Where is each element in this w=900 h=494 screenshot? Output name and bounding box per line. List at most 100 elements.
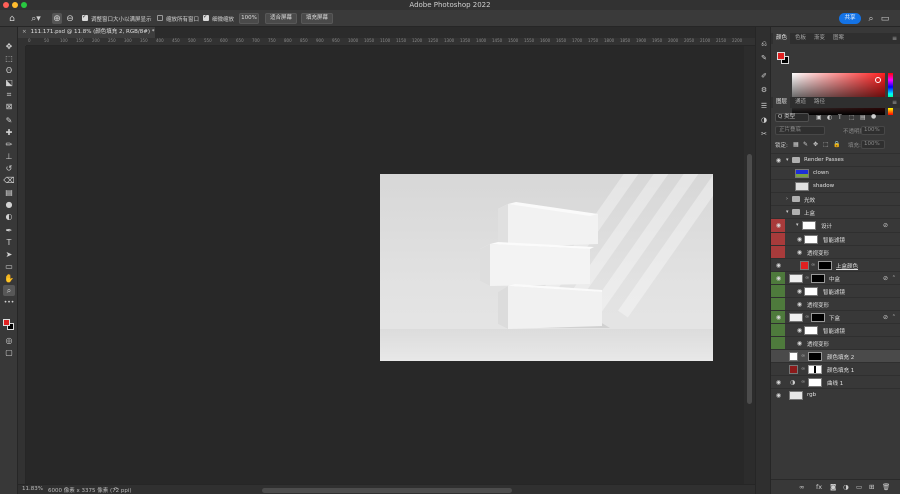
visibility-eye-icon[interactable]: ◉ (795, 287, 804, 296)
visibility-eye-icon[interactable]: ◉ (774, 313, 783, 322)
horizontal-scroll-thumb[interactable] (262, 488, 512, 493)
visibility-eye-icon[interactable] (774, 195, 783, 204)
eyedropper-tool-icon[interactable]: ✎ (3, 115, 15, 126)
visibility-eye-icon[interactable]: ◉ (795, 248, 804, 257)
expand-arrow-icon[interactable]: ▾ (786, 157, 789, 163)
document-tab[interactable]: × 111.171.psd @ 11.8% (颜色填充 2, RGB/8#) * (18, 27, 155, 38)
opacity-field[interactable]: 100% (861, 126, 885, 135)
visibility-eye-icon[interactable]: ◉ (774, 391, 783, 400)
scrubby-zoom-checkbox[interactable] (203, 13, 209, 21)
gradient-tool-icon[interactable]: ▤ (3, 187, 15, 198)
layer-row[interactable]: ◉ 智能滤镜 (771, 323, 900, 336)
history-brush-tool-icon[interactable]: ↺ (3, 163, 15, 174)
libraries-panel-icon[interactable]: ◑ (759, 115, 769, 125)
visibility-eye-icon[interactable]: ◉ (774, 221, 783, 230)
layer-row[interactable]: ◉ 透视变形 (771, 245, 900, 258)
link-icon[interactable]: ∞ (801, 379, 805, 385)
visibility-eye-icon[interactable]: ◉ (795, 300, 804, 309)
visibility-eye-icon[interactable] (774, 365, 783, 374)
tab-channels[interactable]: 通道 (792, 97, 809, 108)
layer-row[interactable]: ◉ 智能滤镜 (771, 284, 900, 297)
properties-panel-icon[interactable]: ☰ (759, 101, 769, 111)
delete-layer-icon[interactable]: 🗑 (882, 483, 890, 491)
layer-row[interactable]: ∞ 颜色填充 1 (771, 362, 900, 375)
tab-layers[interactable]: 图层 (773, 97, 790, 108)
visibility-eye-icon[interactable] (774, 182, 783, 191)
layer-row[interactable]: ◉ 智能滤镜 (771, 232, 900, 245)
horizontal-ruler[interactable]: 0 50 100 150 200 250 300 350 400 450 500 550 600 650 7… (26, 38, 755, 46)
blend-mode-select[interactable]: 正片叠底 (775, 126, 825, 135)
collapse-effects-icon[interactable]: ⌃ (892, 314, 896, 320)
link-icon[interactable]: ∞ (805, 275, 809, 281)
history-panel-icon[interactable]: ⎌ (759, 39, 769, 49)
comments-panel-icon[interactable]: ✎ (759, 53, 769, 63)
hue-slider[interactable] (888, 73, 893, 115)
lock-position-icon[interactable]: ✥ (813, 141, 818, 148)
layer-row[interactable]: › 光效 (771, 192, 900, 205)
dodge-tool-icon[interactable]: ◐ (3, 211, 15, 222)
zoom-percent-field[interactable]: 100% (239, 13, 259, 24)
link-layers-icon[interactable]: ∞ (799, 483, 804, 491)
adjustments-panel-icon[interactable]: ⚙ (759, 85, 769, 95)
clone-stamp-tool-icon[interactable]: ⊥ (3, 151, 15, 162)
search-icon[interactable]: ⌕ (866, 13, 876, 24)
pen-tool-icon[interactable]: ✒ (3, 225, 15, 236)
character-panel-icon[interactable]: ✂ (759, 129, 769, 139)
visibility-eye-icon[interactable] (774, 169, 783, 178)
layer-row[interactable]: clown (771, 166, 900, 179)
layer-row[interactable]: ▾ 上盒 (771, 205, 900, 218)
crop-tool-icon[interactable]: ⌗ (3, 89, 15, 100)
link-icon[interactable]: ∞ (801, 353, 805, 359)
lasso-tool-icon[interactable]: ʘ (3, 65, 15, 76)
tab-swatches[interactable]: 色板 (792, 33, 809, 44)
visibility-eye-icon[interactable]: ◉ (774, 274, 783, 283)
zoom-readout[interactable]: 11.83% (22, 486, 43, 492)
share-button[interactable]: 共享 (839, 13, 861, 24)
fit-screen-button[interactable]: 适合屏幕 (265, 13, 297, 24)
color-panel-menu-icon[interactable]: ≡ (892, 33, 897, 44)
visibility-eye-icon[interactable] (774, 208, 783, 217)
frame-tool-icon[interactable]: ⊠ (3, 101, 15, 112)
zoom-out-icon[interactable]: ⊖ (65, 13, 75, 24)
vertical-scroll-thumb[interactable] (747, 154, 752, 404)
link-icon[interactable]: ∞ (805, 314, 809, 320)
layer-row[interactable]: ◉ ◑ ∞ 曲线 1 (771, 375, 900, 388)
layer-row[interactable]: shadow (771, 179, 900, 192)
fill-screen-button[interactable]: 填充屏幕 (301, 13, 333, 24)
quick-mask-icon[interactable]: ◎ (3, 335, 15, 346)
healing-brush-tool-icon[interactable]: ✚ (3, 127, 15, 138)
filter-smart-object-icon[interactable]: ▤ (860, 114, 866, 121)
rectangle-tool-icon[interactable]: ▭ (3, 261, 15, 272)
move-tool-icon[interactable]: ✥ (3, 41, 15, 52)
visibility-eye-icon[interactable]: ◉ (774, 156, 783, 165)
tab-color[interactable]: 颜色 (773, 33, 790, 44)
vertical-scrollbar[interactable] (744, 46, 755, 484)
layer-row[interactable]: ◉ ▾ 设计 ⊘ (771, 218, 900, 259)
filter-type-icon[interactable]: T (838, 114, 842, 121)
layer-row[interactable]: ◉ ∞ 下盒 ⊘ ⌃ (771, 310, 900, 350)
layer-row-selected[interactable]: ∞ 颜色填充 2 (771, 349, 900, 362)
brush-settings-icon[interactable]: ✐ (759, 71, 769, 81)
lock-transparency-icon[interactable]: ▦ (793, 141, 799, 148)
collapse-effects-icon[interactable]: ⌃ (892, 275, 896, 281)
link-icon[interactable]: ∞ (811, 262, 815, 268)
tab-paths[interactable]: 路径 (811, 97, 828, 108)
collapse-arrow-icon[interactable]: › (786, 196, 788, 202)
more-tools-icon[interactable]: ••• (3, 297, 15, 308)
expand-arrow-icon[interactable]: ▾ (796, 222, 799, 228)
workspace-icon[interactable]: ▭ (880, 13, 890, 24)
close-tab-icon[interactable]: × (22, 29, 27, 35)
lock-pixels-icon[interactable]: ✎ (803, 141, 808, 148)
visibility-eye-icon[interactable]: ◉ (774, 261, 783, 270)
layer-row[interactable]: ◉ 透视变形 (771, 336, 900, 349)
resize-windows-checkbox[interactable] (82, 13, 88, 21)
expand-arrow-icon[interactable]: ▾ (786, 209, 789, 215)
object-selection-tool-icon[interactable]: ⬕ (3, 77, 15, 88)
visibility-eye-icon[interactable]: ◉ (774, 378, 783, 387)
lock-artboard-icon[interactable]: ⬚ (823, 141, 829, 148)
layers-panel-menu-icon[interactable]: ≡ (892, 97, 897, 108)
tab-gradients[interactable]: 渐变 (811, 33, 828, 44)
layer-row[interactable]: ◉ rgb (771, 388, 900, 401)
blur-tool-icon[interactable]: ● (3, 199, 15, 210)
new-adjustment-layer-icon[interactable]: ◑ (843, 483, 849, 491)
